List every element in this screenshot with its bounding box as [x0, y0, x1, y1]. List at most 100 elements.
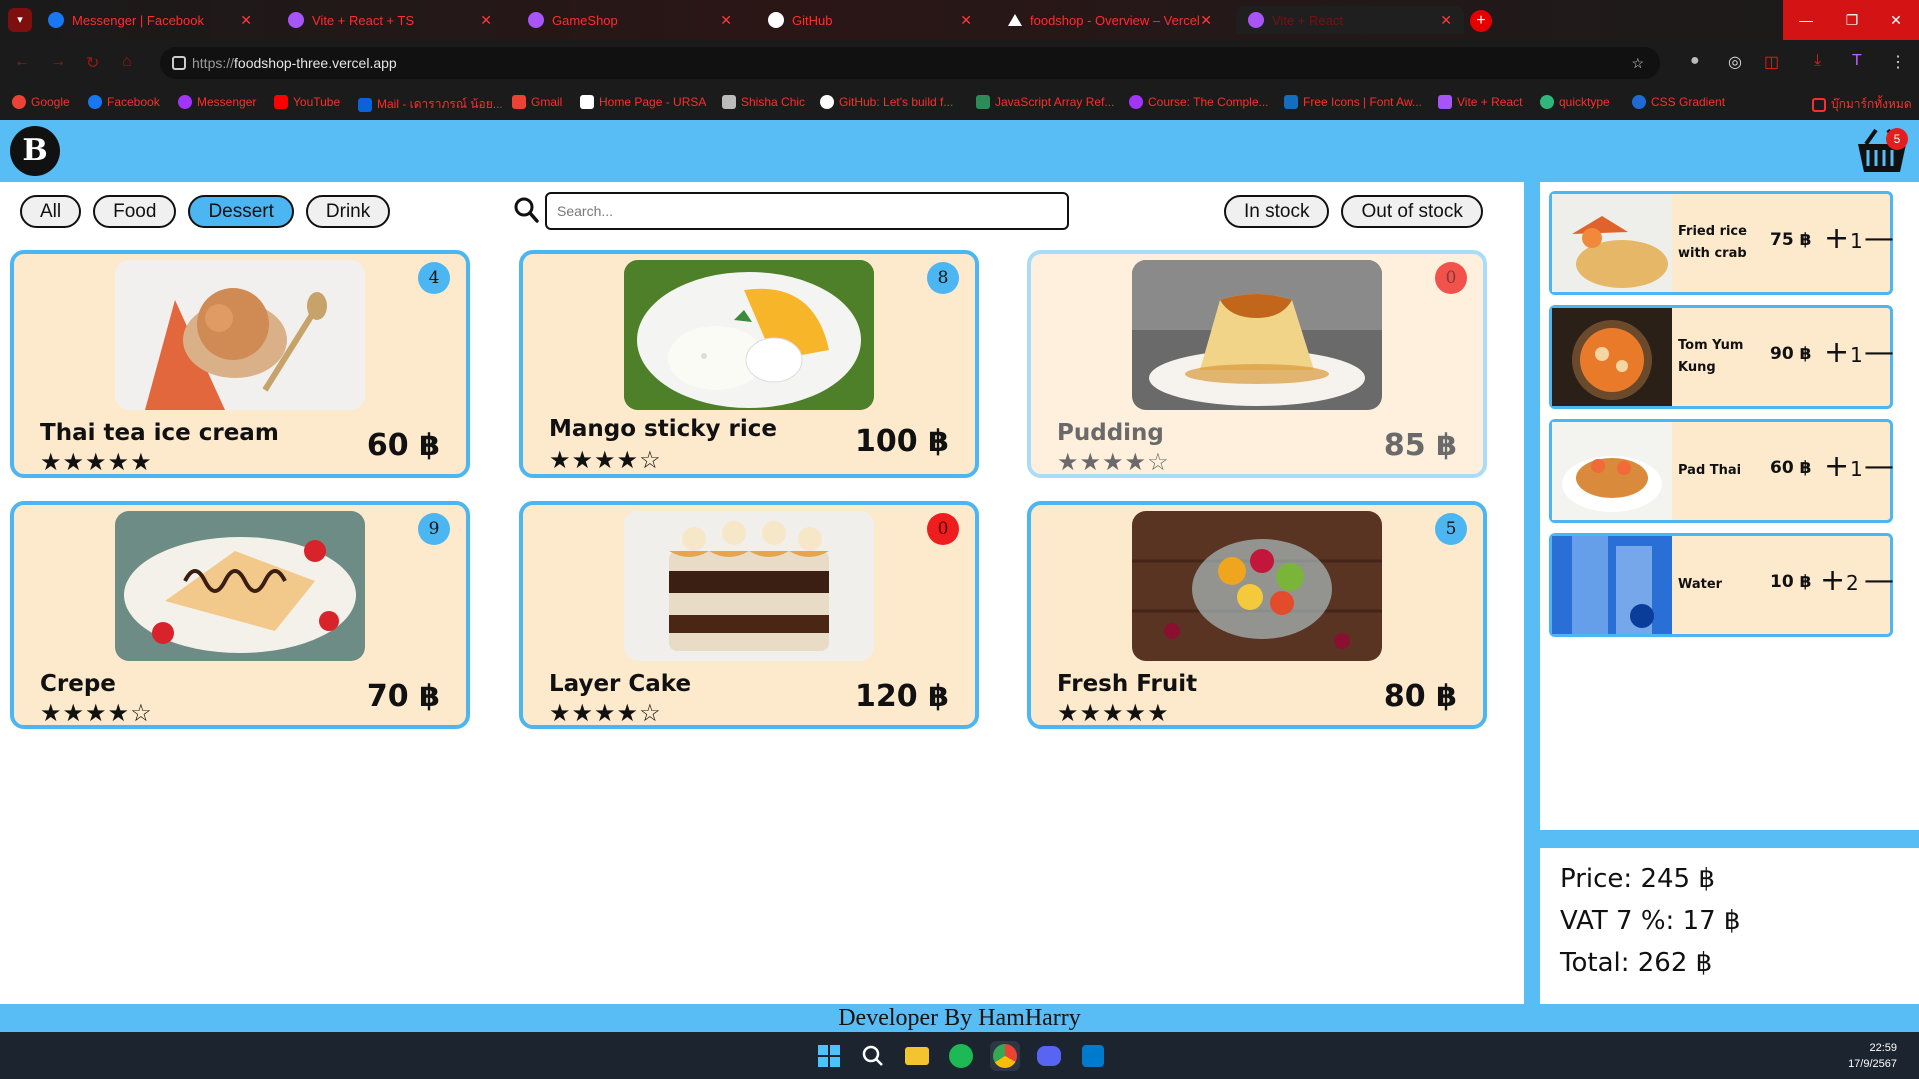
plus-button[interactable]: +: [1824, 221, 1849, 256]
site-info-icon[interactable]: [172, 56, 186, 70]
bookmarks-bar: Google Facebook Messenger YouTube Mail -…: [0, 86, 1919, 120]
spotify-icon[interactable]: [946, 1041, 976, 1071]
bookmark-item[interactable]: Free Icons | Font Aw...: [1284, 95, 1422, 109]
tab-vercel[interactable]: foodshop - Overview – Vercel ✕: [996, 6, 1224, 34]
discord-icon[interactable]: [1034, 1041, 1064, 1071]
bookmark-item[interactable]: Mail - เดาราภรณ์ น้อย...: [358, 95, 503, 114]
filter-dessert-button[interactable]: Dessert: [188, 195, 294, 228]
price-line: Price: 245 ฿: [1560, 864, 1715, 894]
product-card[interactable]: 0 Layer Cake 120 ฿ ★★★★☆: [519, 501, 979, 729]
system-clock[interactable]: 22:59 17/9/2567: [1848, 1040, 1897, 1072]
cart-item-name: Tom Yum Kung: [1678, 338, 1744, 375]
bookmark-item[interactable]: Facebook: [88, 95, 160, 109]
minimize-button[interactable]: —: [1783, 0, 1829, 40]
product-price: 100 ฿: [855, 424, 949, 459]
bookmark-item[interactable]: Home Page - URSA: [580, 95, 706, 109]
product-price: 80 ฿: [1383, 679, 1457, 714]
minus-button[interactable]: —: [1864, 449, 1894, 484]
back-icon[interactable]: ←: [14, 53, 30, 71]
bookmark-item[interactable]: YouTube: [274, 95, 340, 109]
search-input[interactable]: Search...: [545, 192, 1069, 230]
plus-button[interactable]: +: [1820, 563, 1845, 598]
close-tab-icon[interactable]: ✕: [480, 12, 492, 29]
forward-icon[interactable]: →: [50, 53, 66, 71]
product-card[interactable]: 0 Pudding 85 ฿ ★★★★☆: [1027, 250, 1487, 478]
reload-icon[interactable]: ↻: [86, 53, 99, 73]
all-bookmarks[interactable]: บุ๊กมาร์กทั้งหมด: [1812, 95, 1912, 114]
cart-item-price: 60 ฿: [1770, 458, 1812, 478]
crepe-photo: [115, 511, 365, 661]
bookmark-item[interactable]: GitHub: Let's build f...: [820, 95, 953, 109]
stock-filters: In stock Out of stock: [1224, 195, 1483, 228]
search-icon: [514, 197, 539, 223]
extension-icon[interactable]: ●: [1690, 52, 1700, 70]
facebook-icon: [88, 95, 102, 109]
url-field[interactable]: https://foodshop-three.vercel.app ☆: [160, 47, 1660, 79]
clock-date: 17/9/2567: [1848, 1058, 1897, 1070]
cart-item-qty: 1: [1850, 457, 1863, 481]
bookmark-item[interactable]: Gmail: [512, 95, 562, 109]
bookmark-item[interactable]: Messenger: [178, 95, 256, 109]
home-icon[interactable]: ⌂: [122, 53, 132, 71]
tab-vite-react[interactable]: Vite + React ✕: [1236, 6, 1464, 34]
out-of-stock-button[interactable]: Out of stock: [1341, 195, 1483, 228]
product-price: 85 ฿: [1383, 428, 1457, 463]
close-tab-icon[interactable]: ✕: [1200, 12, 1212, 29]
settings-ring-icon[interactable]: ◎: [1728, 52, 1742, 72]
fried-rice-photo: [1552, 194, 1672, 292]
stock-count-badge: 8: [927, 262, 959, 294]
cart-item-price: 10 ฿: [1770, 572, 1812, 592]
w3-icon: [976, 95, 990, 109]
bookmark-item[interactable]: Shisha Chic: [722, 95, 805, 109]
bookmark-item[interactable]: CSS Gradient: [1632, 95, 1725, 109]
plus-button[interactable]: +: [1824, 449, 1849, 484]
profile-icon[interactable]: T: [1852, 52, 1862, 70]
vscode-icon[interactable]: [1078, 1041, 1108, 1071]
tab-github[interactable]: GitHub ✕: [756, 6, 984, 34]
tab-gameshop[interactable]: GameShop ✕: [516, 6, 744, 34]
restore-button[interactable]: ❐: [1829, 0, 1875, 40]
product-price: 60 ฿: [366, 428, 440, 463]
puzzle-icon[interactable]: ◫: [1764, 52, 1779, 72]
product-card[interactable]: 5 Fresh Fruit 80 ฿ ★★★★★: [1027, 501, 1487, 729]
github-icon: [768, 12, 784, 28]
windows-start-icon[interactable]: [814, 1041, 844, 1071]
search-icon[interactable]: [858, 1041, 888, 1071]
product-card[interactable]: 8 Mango sticky rice 100 ฿ ★★★★☆: [519, 250, 979, 478]
minus-button[interactable]: —: [1864, 221, 1894, 256]
minus-button[interactable]: —: [1864, 335, 1894, 370]
in-stock-button[interactable]: In stock: [1224, 195, 1330, 228]
bookmark-item[interactable]: Google: [12, 95, 70, 109]
product-card[interactable]: 9 Crepe 70 ฿ ★★★★☆: [10, 501, 470, 729]
bookmark-star-icon[interactable]: ☆: [1631, 47, 1644, 79]
close-tab-icon[interactable]: ✕: [960, 12, 972, 29]
close-tab-icon[interactable]: ✕: [1440, 12, 1452, 29]
file-explorer-icon[interactable]: [902, 1041, 932, 1071]
close-tab-icon[interactable]: ✕: [720, 12, 732, 29]
plus-button[interactable]: +: [1824, 335, 1849, 370]
bookmark-item[interactable]: quicktype: [1540, 95, 1610, 109]
menu-icon[interactable]: ⋮: [1890, 52, 1906, 72]
category-filters: All Food Dessert Drink: [20, 195, 391, 228]
bookmark-item[interactable]: Vite + React: [1438, 95, 1522, 109]
star-rating: ★★★★★: [1057, 700, 1170, 727]
minus-button[interactable]: —: [1864, 563, 1894, 598]
chrome-icon[interactable]: [990, 1041, 1020, 1071]
bookmark-item[interactable]: JavaScript Array Ref...: [976, 95, 1114, 109]
close-tab-icon[interactable]: ✕: [240, 12, 252, 29]
os-taskbar: 22:59 17/9/2567: [0, 1032, 1919, 1079]
filter-all-button[interactable]: All: [20, 195, 82, 228]
filter-food-button[interactable]: Food: [93, 195, 177, 228]
filter-drink-button[interactable]: Drink: [305, 195, 391, 228]
tab-vite-react-ts[interactable]: Vite + React + TS ✕: [276, 6, 504, 34]
new-tab-button[interactable]: +: [1470, 10, 1492, 32]
tab-messenger[interactable]: Messenger | Facebook ✕: [36, 6, 264, 34]
logo[interactable]: B: [10, 126, 60, 176]
tab-search-button[interactable]: ▾: [8, 8, 32, 32]
vercel-icon: [1008, 14, 1022, 26]
product-card[interactable]: 4 Thai tea ice cream 60 ฿ ★★★★★: [10, 250, 470, 478]
bookmark-item[interactable]: Course: The Comple...: [1129, 95, 1269, 109]
download-icon[interactable]: ⤓: [1814, 52, 1821, 70]
cart-item-qty: 1: [1850, 343, 1863, 367]
close-window-button[interactable]: ✕: [1873, 0, 1919, 40]
